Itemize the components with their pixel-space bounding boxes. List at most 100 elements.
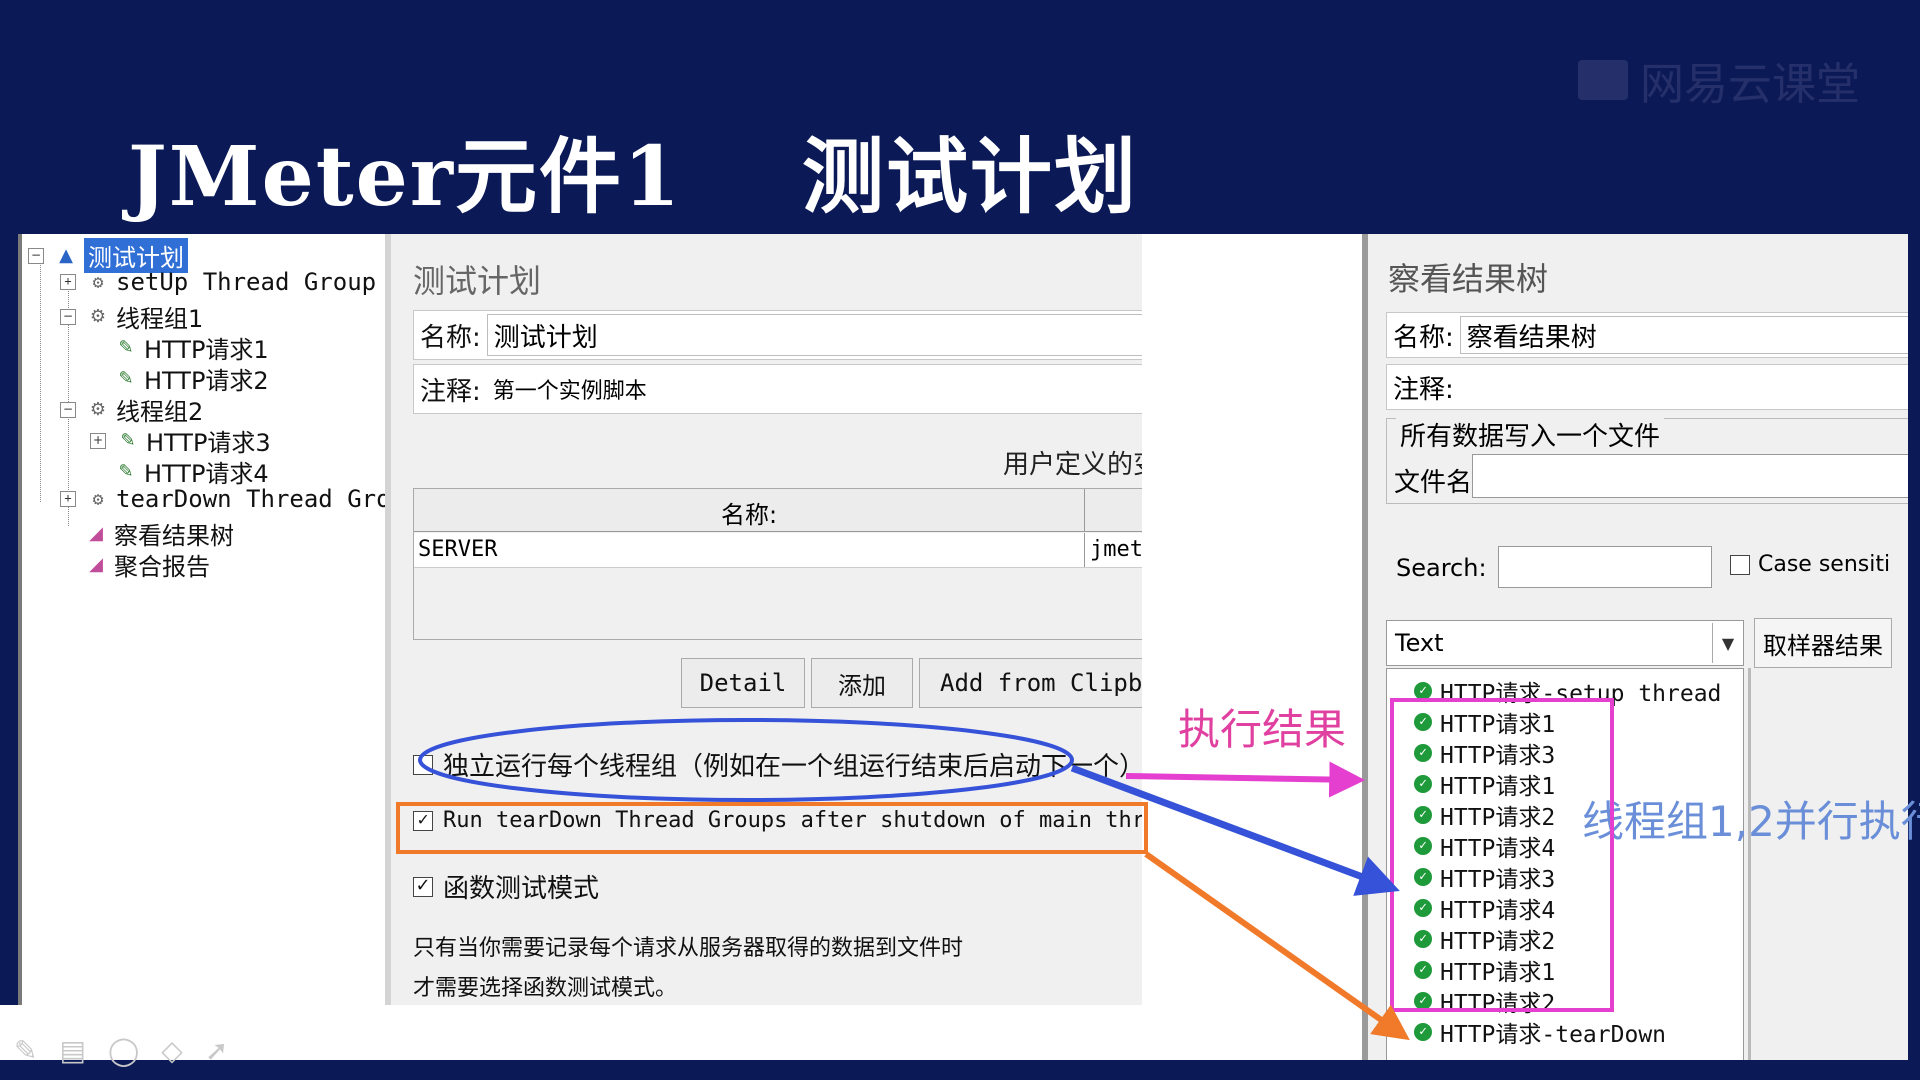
chevron-down-icon[interactable]: ▼	[1712, 623, 1743, 663]
keyboard-icon[interactable]: ▤	[59, 1034, 85, 1067]
result-item[interactable]: ✓ HTTP请求4	[1414, 891, 1555, 925]
lasso-icon[interactable]: ◯	[108, 1034, 139, 1067]
result-item[interactable]: ✓ HTTP请求-setup thread	[1414, 674, 1721, 708]
panel-title: 察看结果树	[1388, 260, 1549, 298]
result-item-label: HTTP请求1	[1440, 774, 1556, 800]
flask-icon: ▲	[59, 245, 73, 266]
annotation-area	[1142, 234, 1362, 1005]
tree-item-label: 线程组1	[116, 305, 204, 333]
tree-item-setup-thread-group[interactable]: + ⚙ setUp Thread Group	[60, 268, 376, 296]
success-check-icon: ✓	[1414, 775, 1432, 793]
collapse-toggle-icon[interactable]: −	[60, 308, 76, 325]
name-field-row: 名称: 察看结果树	[1386, 312, 1908, 358]
tree-connector	[40, 252, 41, 502]
name-input[interactable]: 测试计划	[486, 314, 1148, 356]
test-plan-tree: − ▲ 测试计划 + ⚙ setUp Thread Group − ⚙ 线程组1…	[18, 234, 419, 1005]
tree-item-http-request-2[interactable]: ✎ HTTP请求2	[114, 361, 268, 396]
pen-icon[interactable]: ✎	[14, 1034, 37, 1067]
comment-field-row: 注释: 第一个实例脚本	[413, 364, 1148, 414]
eraser-icon[interactable]: ◇	[161, 1034, 183, 1067]
comment-input[interactable]	[1460, 369, 1908, 405]
result-item[interactable]: ✓ HTTP请求1	[1414, 705, 1555, 739]
pointer-icon[interactable]: ➚	[205, 1034, 228, 1067]
success-check-icon: ✓	[1414, 868, 1432, 886]
comment-label: 注释:	[420, 376, 481, 407]
independent-checkbox[interactable]	[413, 754, 433, 775]
search-label: Search:	[1396, 554, 1487, 582]
independent-label: 独立运行每个线程组（例如在一个组运行结束后启动下一个）	[443, 752, 1146, 782]
variable-value-cell[interactable]: jmete	[1090, 537, 1148, 562]
comment-input[interactable]: 第一个实例脚本	[486, 369, 1148, 409]
slide-title-part1: JMeter元件1	[128, 129, 683, 225]
slide-title-part2: 测试计划	[802, 129, 1139, 225]
case-sensitive-label: Case sensiti	[1758, 552, 1891, 577]
collapse-toggle-icon[interactable]: −	[28, 247, 44, 264]
pencil-icon: ✎	[118, 337, 134, 358]
gear-icon: ⚙	[89, 399, 107, 420]
tree-item-http-request-1[interactable]: ✎ HTTP请求1	[114, 330, 268, 365]
result-item[interactable]: ✓ HTTP请求2	[1414, 922, 1555, 956]
success-check-icon: ✓	[1414, 930, 1432, 948]
pencil-icon: ✎	[118, 461, 134, 482]
expand-toggle-icon[interactable]: +	[90, 432, 106, 449]
add-button[interactable]: 添加	[811, 658, 913, 708]
independent-thread-groups-option[interactable]: 独立运行每个线程组（例如在一个组运行结束后启动下一个）	[413, 746, 1145, 783]
result-item[interactable]: ✓ HTTP请求1	[1414, 953, 1555, 987]
teardown-label: Run tearDown Thread Groups after shutdow…	[443, 808, 1148, 833]
result-item[interactable]: ✓ HTTP请求4	[1414, 829, 1555, 863]
case-sensitive-checkbox[interactable]	[1730, 554, 1750, 575]
name-input[interactable]: 察看结果树	[1459, 316, 1908, 354]
tree-item-label: setUp Thread Group	[116, 268, 377, 296]
gear-icon: ⚙	[89, 306, 107, 327]
user-defined-variables-label: 用户定义的变	[1003, 450, 1148, 480]
comment-label: 注释:	[1393, 374, 1454, 405]
result-item[interactable]: ✓ HTTP请求3	[1414, 860, 1555, 894]
write-to-file-title: 所有数据写入一个文件	[1396, 416, 1665, 453]
success-check-icon: ✓	[1414, 1023, 1432, 1041]
success-check-icon: ✓	[1414, 899, 1432, 917]
expand-toggle-icon[interactable]: +	[60, 491, 76, 507]
result-item[interactable]: ✓ HTTP请求1	[1414, 767, 1555, 801]
result-item[interactable]: ✓ HTTP请求2	[1414, 984, 1555, 1018]
tree-item-thread-group-1[interactable]: − ⚙ 线程组1	[60, 299, 203, 334]
detail-button[interactable]: Detail	[681, 658, 805, 708]
functional-checkbox[interactable]: ✓	[413, 876, 433, 897]
teardown-after-shutdown-option[interactable]: ✓ Run tearDown Thread Groups after shutd…	[413, 808, 1148, 833]
renderer-select[interactable]: Text ▼	[1386, 620, 1744, 666]
case-sensitive-option[interactable]: Case sensiti	[1730, 552, 1890, 577]
result-item[interactable]: ✓ HTTP请求-tearDown	[1414, 1015, 1666, 1049]
search-input[interactable]	[1498, 546, 1712, 588]
split-pane-divider[interactable]	[1748, 668, 1751, 1060]
tab-sampler-result[interactable]: 取样器结果	[1754, 618, 1892, 668]
tree-item-label: 察看结果树	[114, 522, 234, 550]
tree-item-label: 聚合报告	[114, 553, 210, 581]
renderer-value: Text	[1395, 629, 1444, 657]
teardown-checkbox[interactable]: ✓	[413, 810, 433, 831]
tree-item-thread-group-2[interactable]: − ⚙ 线程组2	[60, 392, 203, 427]
success-check-icon: ✓	[1414, 837, 1432, 855]
expand-toggle-icon[interactable]: +	[60, 274, 76, 290]
table-row[interactable]: SERVER jmete	[414, 533, 1148, 568]
tree-item-http-request-4[interactable]: ✎ HTTP请求4	[114, 454, 269, 489]
gear-icon: ⚙	[92, 488, 104, 510]
functional-test-mode-option[interactable]: ✓ 函数测试模式	[413, 868, 599, 905]
result-item-label: HTTP请求-tearDown	[1440, 1022, 1667, 1048]
tree-item-aggregate-report[interactable]: ◢ 聚合报告	[84, 547, 210, 582]
tree-item-label: HTTP请求4	[144, 460, 269, 488]
tree-item-http-request-3[interactable]: + ✎ HTTP请求3	[90, 423, 271, 458]
result-item-label: HTTP请求2	[1440, 805, 1556, 831]
add-from-clipboard-button[interactable]: Add from Clipboar	[919, 658, 1148, 708]
parallel-execution-annotation: 线程组1,2并行执行	[1582, 797, 1920, 846]
variable-name-cell[interactable]: SERVER	[418, 537, 497, 562]
tree-item-view-results-tree[interactable]: ◢ 察看结果树	[84, 516, 234, 551]
collapse-toggle-icon[interactable]: −	[60, 401, 76, 418]
view-results-tree-panel: 察看结果树 名称: 察看结果树 注释: 所有数据写入一个文件 文件名 Searc…	[1362, 234, 1908, 1060]
name-label: 名称:	[1393, 322, 1454, 353]
result-item-label: HTTP请求3	[1440, 867, 1556, 893]
success-check-icon: ✓	[1414, 744, 1432, 762]
filename-input[interactable]	[1472, 454, 1908, 498]
gear-icon: ⚙	[92, 271, 104, 293]
tree-item-teardown-thread-group[interactable]: + ⚙ tearDown Thread Group	[60, 485, 419, 513]
result-item[interactable]: ✓ HTTP请求3	[1414, 736, 1555, 770]
result-item[interactable]: ✓ HTTP请求2	[1414, 798, 1555, 832]
